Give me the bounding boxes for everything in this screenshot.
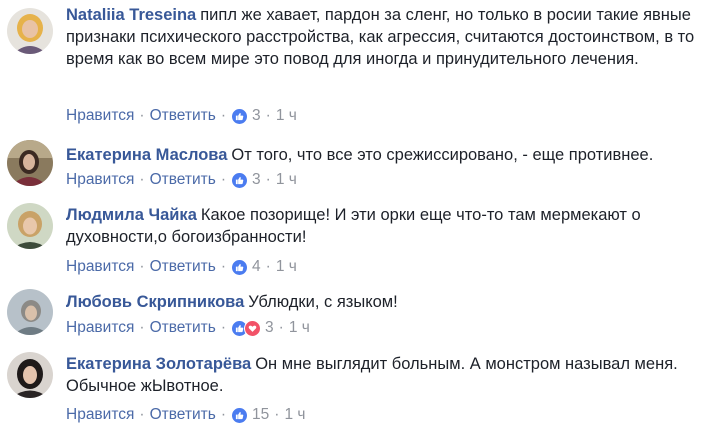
separator: · bbox=[139, 258, 145, 275]
timestamp[interactable]: 1 ч bbox=[289, 319, 310, 337]
reply-button[interactable]: Ответить bbox=[150, 319, 216, 337]
separator: · bbox=[220, 107, 227, 124]
avatar[interactable] bbox=[7, 8, 53, 54]
separator: · bbox=[274, 406, 280, 423]
reaction-count[interactable]: 15 bbox=[252, 406, 269, 424]
separator: · bbox=[139, 107, 145, 124]
reactions[interactable] bbox=[231, 171, 249, 189]
comment-body: Людмила Чайка Какое позорище! И эти орки … bbox=[66, 204, 712, 248]
like-button[interactable]: Нравится bbox=[66, 319, 134, 337]
comment-body: Екатерина Золотарёва Он мне выглядит боль… bbox=[66, 353, 712, 397]
comment-list: Nataliia Treseina пипл же хавает, пардон … bbox=[0, 0, 718, 431]
reaction-count[interactable]: 3 bbox=[252, 171, 261, 189]
comment-author[interactable]: Людмила Чайка bbox=[66, 206, 197, 224]
timestamp[interactable]: 1 ч bbox=[276, 107, 297, 125]
avatar[interactable] bbox=[7, 203, 53, 249]
reactions[interactable] bbox=[231, 258, 249, 276]
reaction-count[interactable]: 3 bbox=[252, 107, 261, 125]
comment-author[interactable]: Любовь Скрипникова bbox=[66, 293, 244, 311]
comment-author[interactable]: Екатерина Золотарёва bbox=[66, 355, 251, 373]
reactions[interactable] bbox=[231, 107, 249, 125]
separator: · bbox=[220, 406, 227, 423]
reply-button[interactable]: Ответить bbox=[150, 258, 216, 276]
reply-button[interactable]: Ответить bbox=[150, 107, 216, 125]
comment-actions: Нравится · Ответить · 4 · 1 ч bbox=[66, 257, 297, 277]
separator: · bbox=[265, 107, 271, 124]
like-icon bbox=[231, 107, 249, 125]
comment-body: Любовь Скрипникова Ублюдки, с языком! bbox=[66, 291, 712, 313]
like-icon bbox=[231, 171, 249, 189]
timestamp[interactable]: 1 ч bbox=[276, 258, 297, 276]
separator: · bbox=[139, 406, 145, 423]
separator: · bbox=[265, 258, 271, 275]
like-button[interactable]: Нравится bbox=[66, 107, 134, 125]
reaction-count[interactable]: 3 bbox=[265, 319, 274, 337]
separator: · bbox=[220, 171, 227, 188]
like-button[interactable]: Нравится bbox=[66, 406, 134, 424]
comment-actions: Нравится · Ответить · 3 · 1 ч bbox=[66, 318, 310, 338]
separator: · bbox=[139, 171, 145, 188]
comment-body: Nataliia Treseina пипл же хавает, пардон … bbox=[66, 4, 712, 70]
separator: · bbox=[220, 258, 227, 275]
love-icon bbox=[244, 319, 262, 337]
avatar[interactable] bbox=[7, 140, 53, 186]
comment-author[interactable]: Nataliia Treseina bbox=[66, 6, 196, 24]
avatar[interactable] bbox=[7, 289, 53, 335]
avatar[interactable] bbox=[7, 352, 53, 398]
like-icon bbox=[231, 406, 249, 424]
comment-actions: Нравится · Ответить · 3 · 1 ч bbox=[66, 170, 297, 190]
like-button[interactable]: Нравится bbox=[66, 171, 134, 189]
reply-button[interactable]: Ответить bbox=[150, 406, 216, 424]
reactions[interactable] bbox=[231, 319, 262, 337]
separator: · bbox=[139, 319, 145, 336]
separator: · bbox=[265, 171, 271, 188]
comment-text: Ублюдки, с языком! bbox=[248, 293, 398, 311]
comment-author[interactable]: Екатерина Маслова bbox=[66, 146, 227, 164]
like-icon bbox=[231, 258, 249, 276]
timestamp[interactable]: 1 ч bbox=[276, 171, 297, 189]
reactions[interactable] bbox=[231, 406, 249, 424]
comment-actions: Нравится · Ответить · 3 · 1 ч bbox=[66, 106, 297, 126]
comment-text: От того, что все это срежиссировано, - е… bbox=[231, 146, 654, 164]
separator: · bbox=[220, 319, 227, 336]
timestamp[interactable]: 1 ч bbox=[284, 406, 305, 424]
comment-body: Екатерина Маслова От того, что все это ср… bbox=[66, 144, 712, 166]
comment-actions: Нравится · Ответить · 15 · 1 ч bbox=[66, 405, 305, 425]
reply-button[interactable]: Ответить bbox=[150, 171, 216, 189]
separator: · bbox=[278, 319, 284, 336]
reaction-count[interactable]: 4 bbox=[252, 258, 261, 276]
like-button[interactable]: Нравится bbox=[66, 258, 134, 276]
